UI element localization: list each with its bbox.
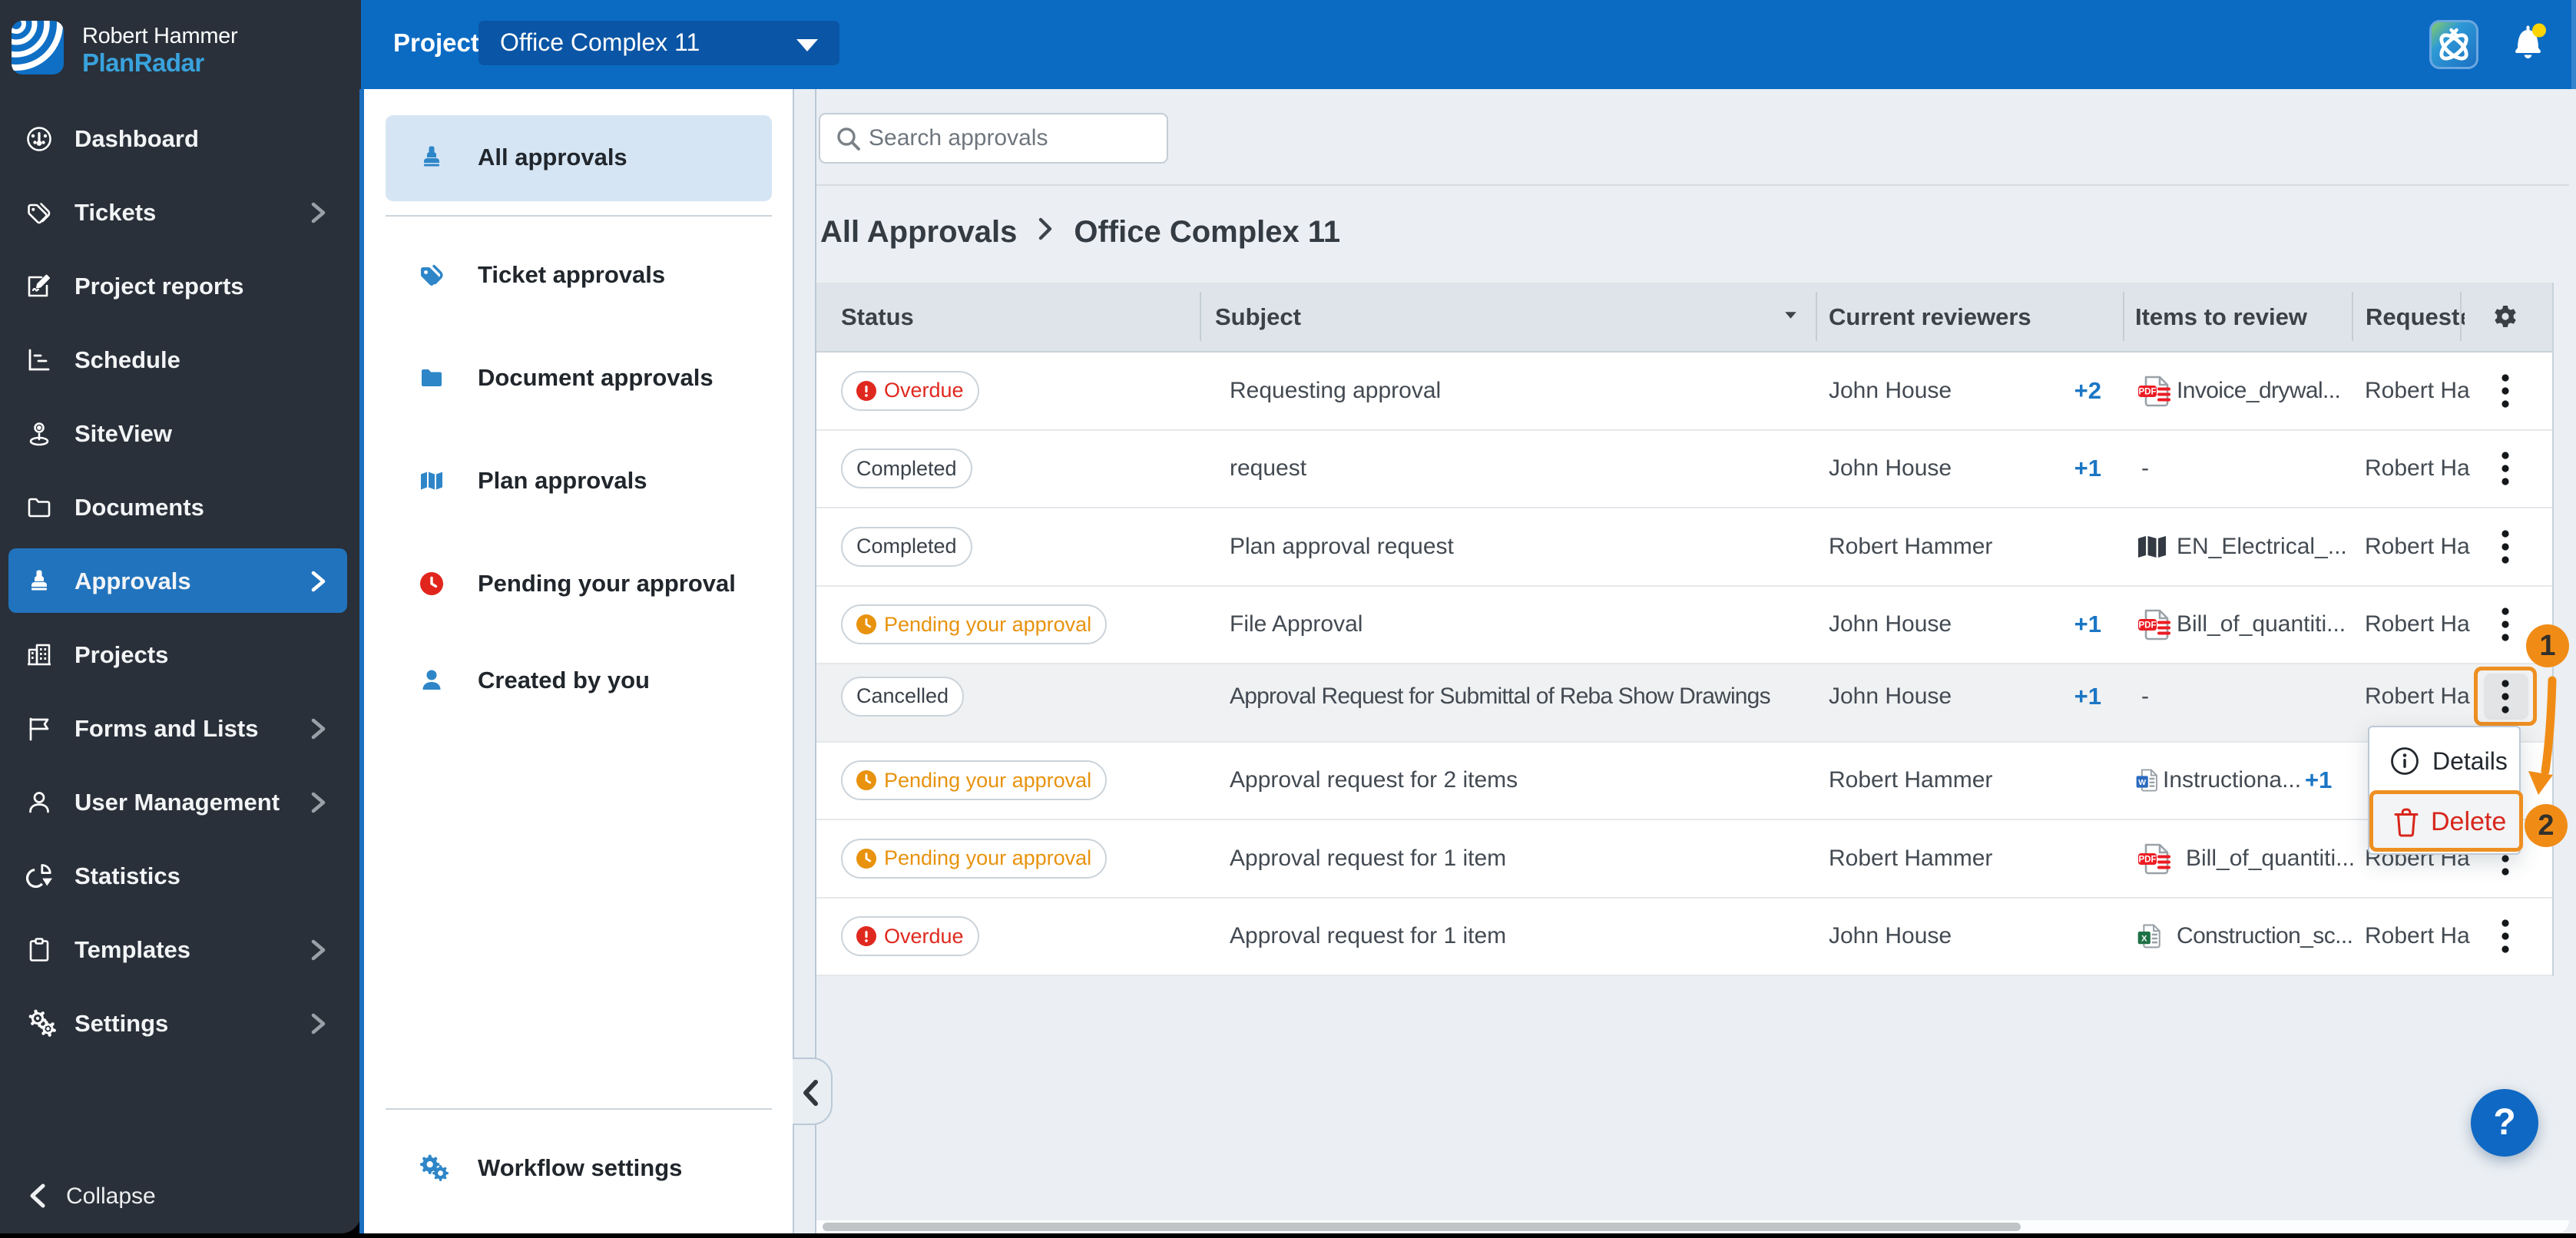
svg-text:X: X <box>2141 935 2147 944</box>
svg-text:PDF: PDF <box>2139 855 2157 864</box>
svg-text:W: W <box>2138 779 2146 787</box>
svg-text:PDF: PDF <box>2139 387 2157 396</box>
svg-text:PDF: PDF <box>2139 621 2157 631</box>
